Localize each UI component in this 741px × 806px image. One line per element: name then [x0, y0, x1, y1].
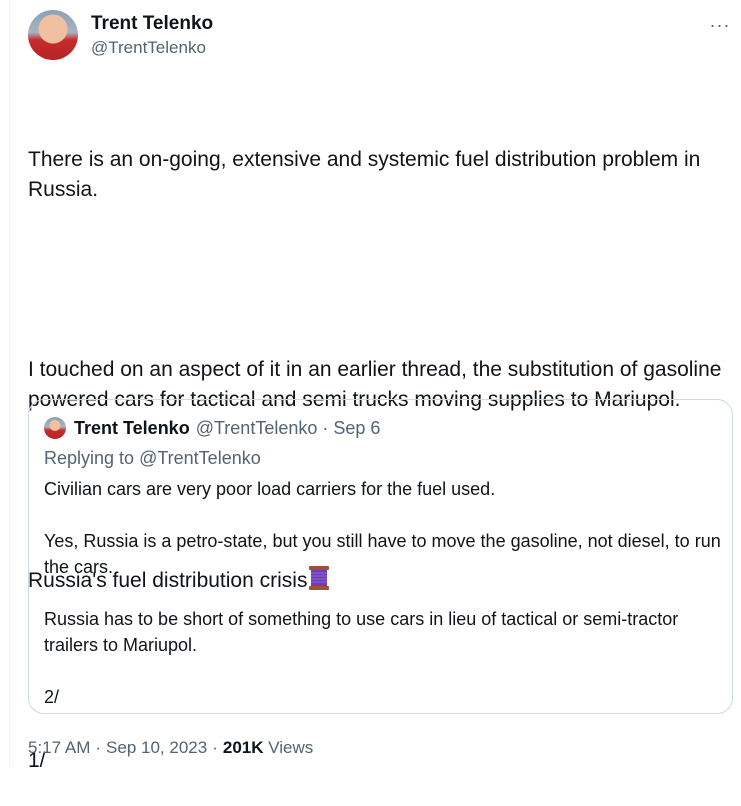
- quoted-tweet[interactable]: Trent Telenko @TrentTelenko · Sep 6 Repl…: [28, 399, 733, 714]
- meta-separator: ·: [95, 738, 102, 757]
- quoted-tweet-body: Civilian cars are very poor load carrier…: [44, 476, 724, 710]
- tweet-date[interactable]: Sep 10, 2023: [106, 738, 207, 757]
- quoted-paragraph-4: 2/: [44, 687, 60, 707]
- left-column-border: [9, 0, 10, 765]
- tweet-time[interactable]: 5:17 AM: [28, 738, 90, 757]
- replying-to-handle: @TrentTelenko: [139, 448, 261, 468]
- author-names: Trent Telenko @TrentTelenko: [91, 12, 213, 60]
- tweet-paragraph-1: There is an on-going, extensive and syst…: [28, 148, 707, 201]
- author-handle[interactable]: @TrentTelenko: [91, 36, 213, 60]
- quoted-author-name: Trent Telenko: [74, 417, 190, 438]
- replying-to-prefix: Replying to: [44, 448, 140, 468]
- views-label: Views: [268, 738, 314, 757]
- tweet-header: Trent Telenko @TrentTelenko ···: [28, 10, 731, 62]
- author-display-name[interactable]: Trent Telenko: [91, 12, 213, 36]
- meta-separator: ·: [212, 738, 218, 757]
- quoted-paragraph-1: Civilian cars are very poor load carrier…: [44, 479, 496, 499]
- tweet-meta: 5:17 AM · Sep 10, 2023 · 201K Views: [28, 736, 313, 760]
- more-options-button[interactable]: ···: [709, 14, 731, 36]
- quoted-author-avatar: [44, 417, 66, 439]
- more-horizontal-icon: ···: [709, 14, 731, 35]
- quoted-tweet-header: Trent Telenko @TrentTelenko · Sep 6: [44, 416, 380, 440]
- quoted-header-separator: ·: [322, 417, 329, 438]
- quoted-paragraph-3: Russia has to be short of something to u…: [44, 609, 679, 655]
- quoted-author-handle: @TrentTelenko: [195, 417, 318, 438]
- quoted-tweet-date: Sep 6: [333, 417, 381, 438]
- author-avatar[interactable]: [28, 10, 78, 60]
- replying-to-line: Replying to @TrentTelenko: [44, 446, 261, 470]
- views-count[interactable]: 201K: [223, 738, 264, 757]
- quoted-paragraph-2: Yes, Russia is a petro-state, but you st…: [44, 531, 721, 577]
